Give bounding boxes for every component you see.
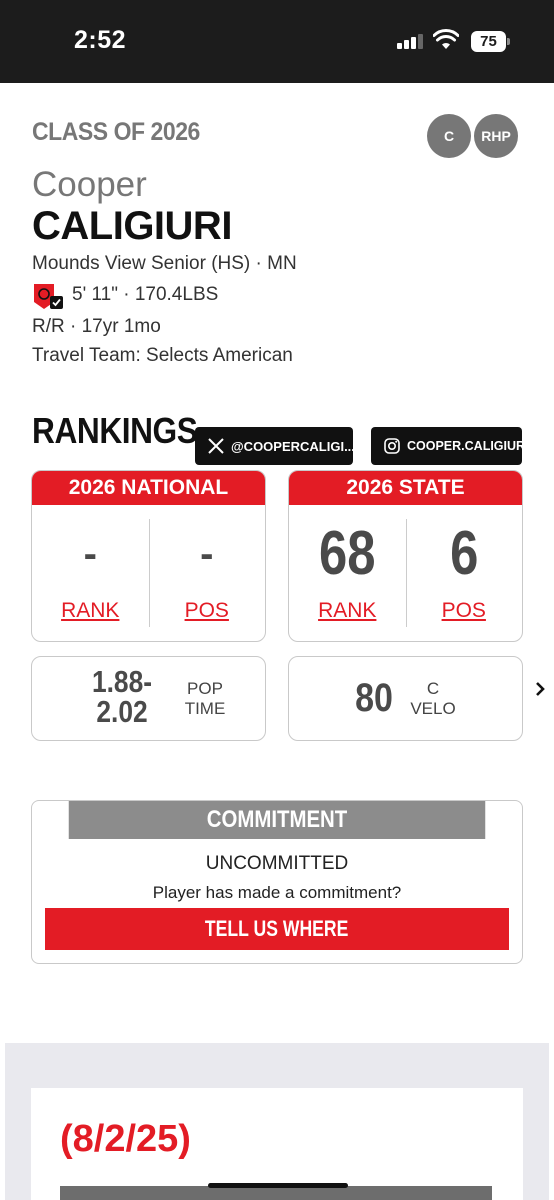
state-rank-column: 68 RANK (289, 507, 406, 641)
national-pos-column: - POS (149, 507, 266, 641)
battery-nub (507, 38, 510, 45)
commitment-status: UNCOMMITTED (205, 853, 349, 874)
state-pos-link[interactable]: POS (442, 599, 486, 623)
pop-time-value: 1.88- 2.02 (80, 664, 165, 729)
home-indicator[interactable] (208, 1183, 348, 1188)
class-of-label: CLASS OF 2026 (32, 118, 200, 146)
news-date: (8/2/25) (60, 1118, 191, 1160)
instagram-profile-button[interactable]: COOPER.CALIGIURI (371, 427, 529, 465)
c-velo-label-line2: VELO (410, 699, 456, 718)
national-pos-value: - (200, 532, 214, 576)
bats-throws-age: R/R · 17yr 1mo (32, 316, 161, 337)
wifi-icon (433, 29, 459, 49)
national-pos-link[interactable]: POS (185, 599, 229, 623)
player-first-name: Cooper (32, 165, 147, 204)
player-last-name: CALIGIURI (32, 204, 232, 248)
state-pos-column: 6 POS (406, 507, 523, 641)
x-logo-icon (208, 438, 224, 454)
state-ranking-card: 2026 STATE 68 RANK 6 POS (288, 470, 523, 642)
tell-us-where-label: TELL US WHERE (205, 916, 349, 941)
status-time: 2:52 (74, 26, 127, 54)
state-rank-value: 68 (318, 519, 376, 588)
pop-time-card: 1.88- 2.02 POP TIME (31, 656, 266, 741)
national-rank-link[interactable]: RANK (61, 599, 119, 623)
battery-icon: 75 (471, 31, 506, 52)
tell-us-where-button[interactable]: TELL US WHERE (45, 908, 509, 950)
school-info: Mounds View Senior (HS) · MN (32, 253, 297, 274)
state-rank-link[interactable]: RANK (318, 599, 376, 623)
pop-time-value-line1: 1.88- (91, 664, 153, 699)
status-bar: 2:52 75 (0, 0, 554, 83)
rankings-title: RANKINGS (32, 410, 198, 451)
verified-player-icon (34, 284, 63, 309)
height-weight: 5' 11" · 170.4LBS (72, 284, 219, 305)
national-ranking-header: 2026 NATIONAL (32, 471, 265, 505)
travel-team: Travel Team: Selects American (32, 345, 293, 366)
national-ranking-card: 2026 NATIONAL - RANK - POS (31, 470, 266, 642)
commitment-header: COMMITMENT (68, 801, 486, 839)
x-profile-button[interactable]: @COOPERCALIGI... (195, 427, 355, 465)
instagram-handle: COOPER.CALIGIURI (407, 439, 529, 453)
commitment-question: Player has made a commitment? (152, 883, 402, 902)
c-velo-label-line1: C (426, 679, 440, 698)
state-ranking-header: 2026 STATE (289, 471, 522, 505)
chevron-right-icon[interactable] (533, 680, 547, 698)
pop-time-label-line1: POP (187, 679, 223, 698)
position-badge-c: C (427, 114, 471, 158)
news-video-thumbnail[interactable] (60, 1186, 492, 1200)
x-handle: @COOPERCALIGI... (231, 438, 355, 454)
instagram-icon (384, 438, 400, 454)
position-badge-rhp: RHP (474, 114, 518, 158)
c-velo-card: 80 C VELO (288, 656, 523, 741)
pop-time-label-line2: TIME (184, 699, 226, 718)
national-rank-column: - RANK (32, 507, 149, 641)
national-rank-value: - (83, 532, 97, 576)
pop-time-label: POP TIME (177, 679, 233, 719)
state-pos-value: 6 (449, 519, 478, 588)
c-velo-label: C VELO (405, 679, 461, 719)
cellular-signal-icon (397, 33, 425, 49)
pop-time-value-line2: 2.02 (96, 694, 148, 729)
c-velo-value: 80 (355, 676, 393, 720)
commitment-card: COMMITMENT UNCOMMITTED Player has made a… (31, 800, 523, 964)
